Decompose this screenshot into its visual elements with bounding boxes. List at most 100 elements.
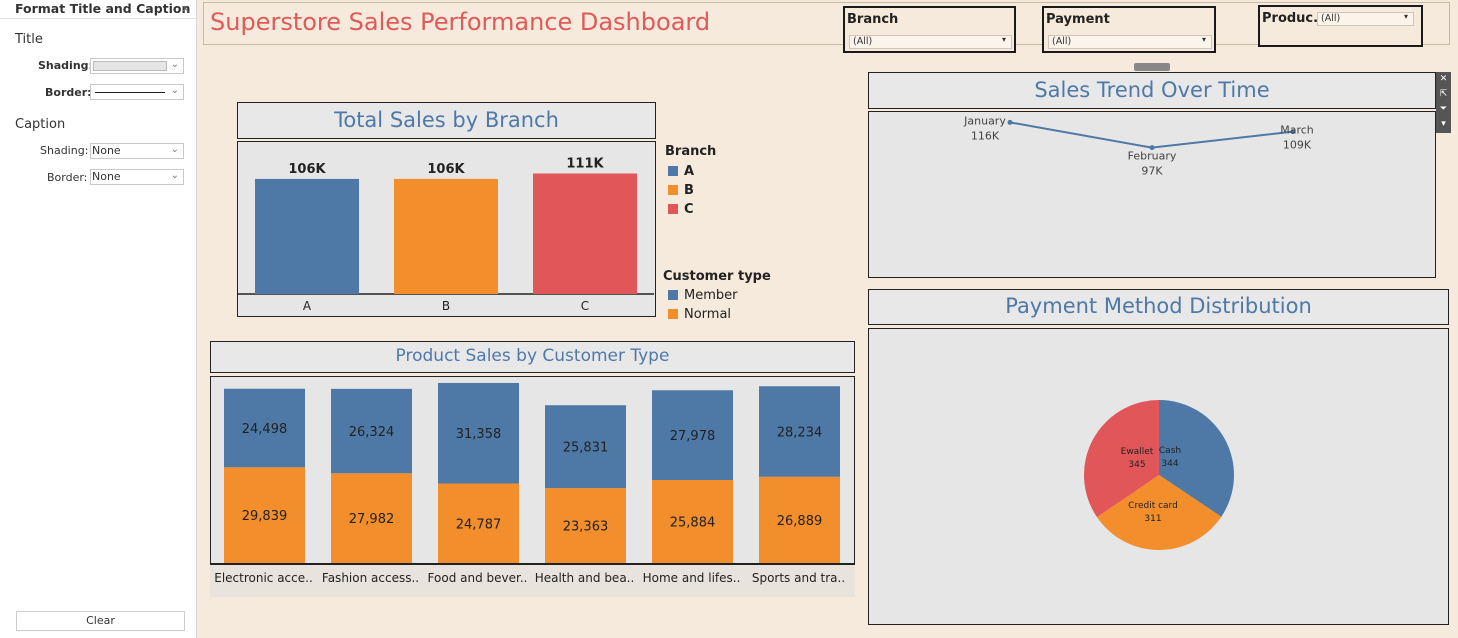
filter-icon[interactable]: ⏷ (1436, 102, 1451, 117)
data-label: 97K (1141, 165, 1163, 178)
filter-product[interactable]: Produc.. (All) ▾ (1258, 5, 1423, 47)
title-border-label: Border: (45, 86, 92, 99)
x-tick-label: Health and bea.. (535, 571, 635, 585)
filter-branch-label: Branch (847, 12, 899, 27)
branch-chart-svg: 106K A 106K B 111K C (238, 156, 654, 313)
filter-payment-label: Payment (1046, 12, 1110, 27)
data-label: 27,982 (349, 512, 395, 527)
data-label: 25,884 (670, 515, 716, 530)
payment-chart-svg: Cash 344 Credit card 311 Ewallet 345 (1084, 400, 1234, 550)
panel-divider (0, 18, 196, 19)
trend-chart-title: Sales Trend Over Time (868, 72, 1436, 109)
dashboard-root: Format Title and Caption × Title Shading… (0, 0, 1458, 638)
filter-branch[interactable]: Branch (All) ▾ (843, 6, 1016, 53)
legend-swatch (668, 184, 678, 195)
legend-branch-b-label: B (684, 183, 694, 198)
legend-branch-title: Branch (665, 144, 717, 159)
popout-icon[interactable]: ⇱ (1436, 87, 1451, 102)
x-tick-label: C (581, 299, 589, 313)
filter-product-label: Produc.. (1262, 11, 1324, 26)
caption-shading-select[interactable]: None ⌄ (90, 143, 184, 159)
legend-member-label: Member (684, 288, 738, 303)
product-chart-title: Product Sales by Customer Type (210, 341, 855, 373)
legend-swatch (668, 308, 678, 319)
filter-branch-value: (All) (853, 36, 873, 47)
branch-chart-frame: 106K A 106K B 111K C (237, 141, 656, 317)
slice-value: 344 (1161, 459, 1178, 469)
legend-normal[interactable]: Normal (668, 307, 731, 322)
legend-member[interactable]: Member (668, 288, 737, 303)
dropdown-arrow-icon: ▾ (1001, 35, 1006, 44)
slice-label: Ewallet (1121, 447, 1154, 457)
legend-branch-a[interactable]: A (668, 164, 694, 179)
format-panel: Format Title and Caption × Title Shading… (0, 0, 197, 638)
legend-swatch (668, 289, 678, 300)
shading-swatch (93, 61, 167, 71)
product-axis-svg: Electronic acce.. Fashion access.. Food an… (214, 571, 845, 585)
product-chart-svg: 29,839 24,498 27,982 26,324 24,787 31,358 23,3… (224, 382, 840, 563)
legend-swatch (668, 165, 678, 176)
legend-branch-c[interactable]: C (668, 202, 694, 217)
legend-normal-label: Normal (684, 307, 732, 322)
more-icon[interactable]: ▾ (1436, 117, 1451, 132)
x-tick-label: Food and bever.. (428, 571, 528, 585)
payment-chart-title: Payment Method Distribution (868, 289, 1449, 325)
data-label: 106K (288, 162, 326, 177)
title-shading-label: Shading: (38, 59, 93, 72)
filter-payment[interactable]: Payment (All) ▾ (1042, 6, 1216, 53)
filter-product-value: (All) (1321, 13, 1341, 24)
title-section-heading: Title (15, 32, 43, 47)
x-tick-label: Electronic acce.. (214, 571, 313, 585)
data-label: 28,234 (777, 425, 823, 440)
caption-border-select[interactable]: None ⌄ (90, 169, 184, 185)
data-label: 109K (1283, 139, 1312, 152)
x-tick-label: Fashion access.. (322, 571, 419, 585)
chevron-down-icon: ⌄ (170, 85, 179, 96)
filter-branch-select[interactable]: (All) ▾ (849, 35, 1012, 49)
x-tick-label: Home and lifes.. (643, 571, 741, 585)
slice-value: 345 (1128, 460, 1145, 470)
dropdown-arrow-icon: ▾ (1201, 35, 1206, 44)
x-label: January (963, 114, 1006, 127)
chevron-down-icon: ⌄ (170, 144, 179, 155)
legend-swatch (668, 203, 678, 214)
x-label: March (1280, 124, 1314, 137)
x-tick-label: B (442, 299, 450, 313)
slice-label: Credit card (1128, 501, 1178, 511)
sheet-toolbar: ✕ ⇱ ⏷ ▾ (1436, 72, 1451, 133)
trend-point (1007, 119, 1013, 125)
filter-payment-value: (All) (1052, 36, 1072, 47)
trend-chart-frame: January 116K February 97K March 109K (868, 111, 1436, 278)
data-label: 111K (566, 156, 604, 171)
legend-branch-c-label: C (684, 202, 694, 217)
slice-value: 311 (1144, 514, 1161, 524)
data-label: 25,831 (563, 441, 609, 456)
data-label: 27,978 (670, 429, 716, 444)
format-panel-title: Format Title and Caption (15, 1, 191, 16)
filter-product-select[interactable]: (All) ▾ (1317, 12, 1414, 26)
x-tick-label: Sports and tra.. (752, 571, 845, 585)
filter-payment-select[interactable]: (All) ▾ (1048, 35, 1212, 49)
product-chart-frame: 29,839 24,498 27,982 26,324 24,787 31,358 23,3… (210, 376, 855, 565)
close-icon[interactable]: ✕ (1436, 72, 1451, 87)
title-border-select[interactable]: ⌄ (90, 84, 184, 100)
title-shading-select[interactable]: ⌄ (90, 58, 184, 74)
dropdown-arrow-icon: ▾ (1403, 12, 1408, 21)
clear-button[interactable]: Clear (16, 611, 185, 631)
close-icon[interactable]: × (181, 2, 190, 15)
payment-chart-frame: Cash 344 Credit card 311 Ewallet 345 (868, 328, 1449, 625)
data-label: 29,839 (242, 509, 288, 524)
slice-label: Cash (1159, 446, 1181, 456)
legend-branch-b[interactable]: B (668, 183, 694, 198)
data-label: 31,358 (456, 427, 502, 442)
caption-border-value: None (92, 170, 121, 183)
bar-c (533, 173, 637, 294)
branch-chart-title: Total Sales by Branch (237, 102, 656, 139)
data-label: 106K (427, 162, 465, 177)
dashboard-title[interactable]: Superstore Sales Performance Dashboard (210, 8, 710, 36)
bar-a (255, 178, 359, 294)
product-axis-band: Electronic acce.. Fashion access.. Food an… (210, 565, 855, 597)
resize-handle[interactable] (1134, 63, 1170, 71)
caption-shading-label: Shading: (40, 144, 89, 157)
legend-customer-title: Customer type (663, 269, 771, 284)
